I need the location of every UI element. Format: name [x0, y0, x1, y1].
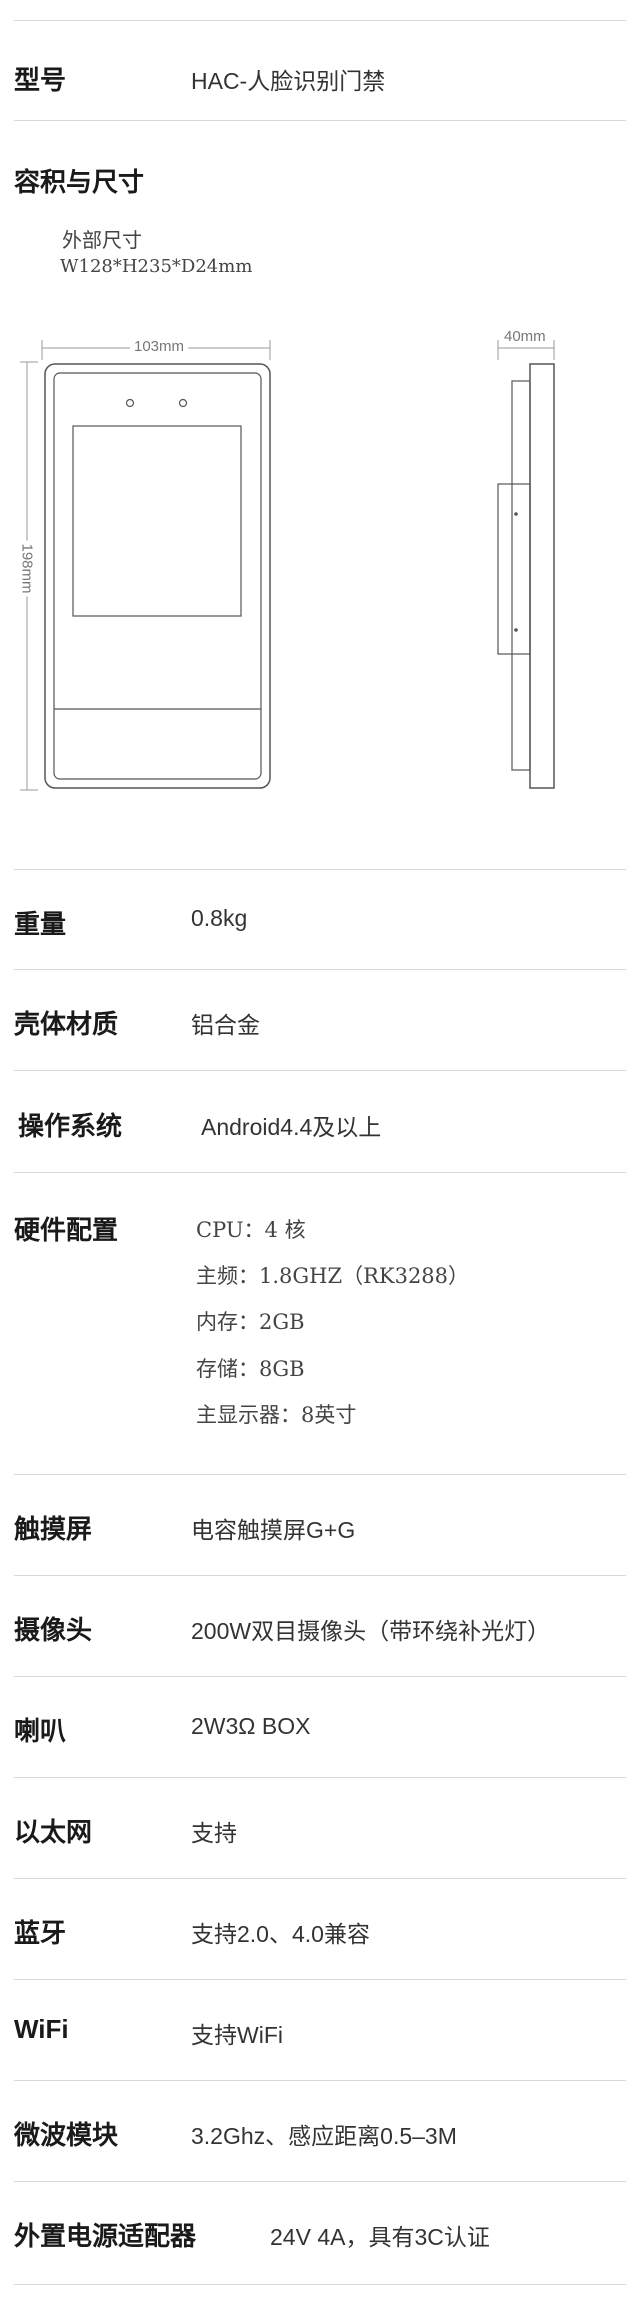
- divider: [14, 1676, 626, 1677]
- divider: [14, 1777, 626, 1778]
- divider: [14, 1070, 626, 1071]
- divider: [14, 2181, 626, 2182]
- spec-value-ethernet: 支持: [191, 1820, 237, 1846]
- divider: [14, 120, 626, 121]
- hardware-item-frequency: 主频：1.8GHZ（RK3288）: [196, 1264, 470, 1288]
- spec-value-microwave: 3.2Ghz、感应距离0.5–3M: [191, 2123, 457, 2149]
- spec-value-touch: 电容触摸屏G+G: [191, 1517, 356, 1543]
- height-dimension-label: 198mm: [18, 540, 36, 597]
- depth-dimension-label: 40mm: [502, 328, 548, 345]
- divider: [14, 2080, 626, 2081]
- spec-label-wifi: WiFi: [14, 2014, 69, 2044]
- hardware-item-display: 主显示器：8英寸: [196, 1403, 357, 1427]
- spec-value-weight: 0.8kg: [191, 905, 248, 931]
- spec-label-power: 外置电源适配器: [14, 2221, 197, 2251]
- spec-label-speaker: 喇叭: [14, 1716, 67, 1746]
- divider: [14, 2284, 626, 2285]
- spec-value-power: 24V 4A，具有3C认证: [270, 2224, 490, 2250]
- front-view-drawing: [20, 340, 555, 791]
- size-subtitle: 外部尺寸: [62, 228, 142, 252]
- spec-value-material: 铝合金: [191, 1012, 260, 1038]
- width-dimension-label: 103mm: [130, 338, 189, 355]
- spec-label-size: 容积与尺寸: [14, 167, 145, 197]
- spec-value-bluetooth: 支持2.0、4.0兼容: [191, 1921, 370, 1947]
- spec-label-ethernet: 以太网: [14, 1817, 93, 1847]
- spec-label-bluetooth: 蓝牙: [14, 1918, 67, 1948]
- spec-value-speaker: 2W3Ω BOX: [191, 1713, 311, 1739]
- divider: [14, 1474, 626, 1475]
- spec-value-camera: 200W双目摄像头（带环绕补光灯）: [191, 1618, 551, 1644]
- spec-label-touch: 触摸屏: [14, 1514, 93, 1544]
- spec-label-weight: 重量: [14, 909, 67, 939]
- divider: [14, 20, 626, 21]
- spec-label-hardware: 硬件配置: [14, 1215, 119, 1245]
- hardware-item-cpu: CPU：4 核: [196, 1218, 306, 1242]
- spec-value-os: Android4.4及以上: [201, 1114, 382, 1140]
- hardware-item-memory: 内存：2GB: [196, 1310, 305, 1334]
- size-dimensions: W128*H235*D24mm: [60, 256, 253, 277]
- divider: [14, 1979, 626, 1980]
- spec-label-camera: 摄像头: [14, 1615, 93, 1645]
- hardware-item-storage: 存储：8GB: [196, 1357, 305, 1381]
- spec-label-microwave: 微波模块: [14, 2120, 119, 2150]
- spec-label-os: 操作系统: [18, 1111, 123, 1141]
- spec-value-model: HAC-人脸识别门禁: [191, 68, 386, 94]
- divider: [14, 969, 626, 970]
- spec-value-wifi: 支持WiFi: [191, 2022, 283, 2048]
- divider: [14, 1172, 626, 1173]
- spec-label-model: 型号: [14, 65, 67, 95]
- divider: [14, 1878, 626, 1879]
- divider: [14, 1575, 626, 1576]
- spec-label-material: 壳体材质: [14, 1009, 119, 1039]
- divider: [14, 869, 626, 870]
